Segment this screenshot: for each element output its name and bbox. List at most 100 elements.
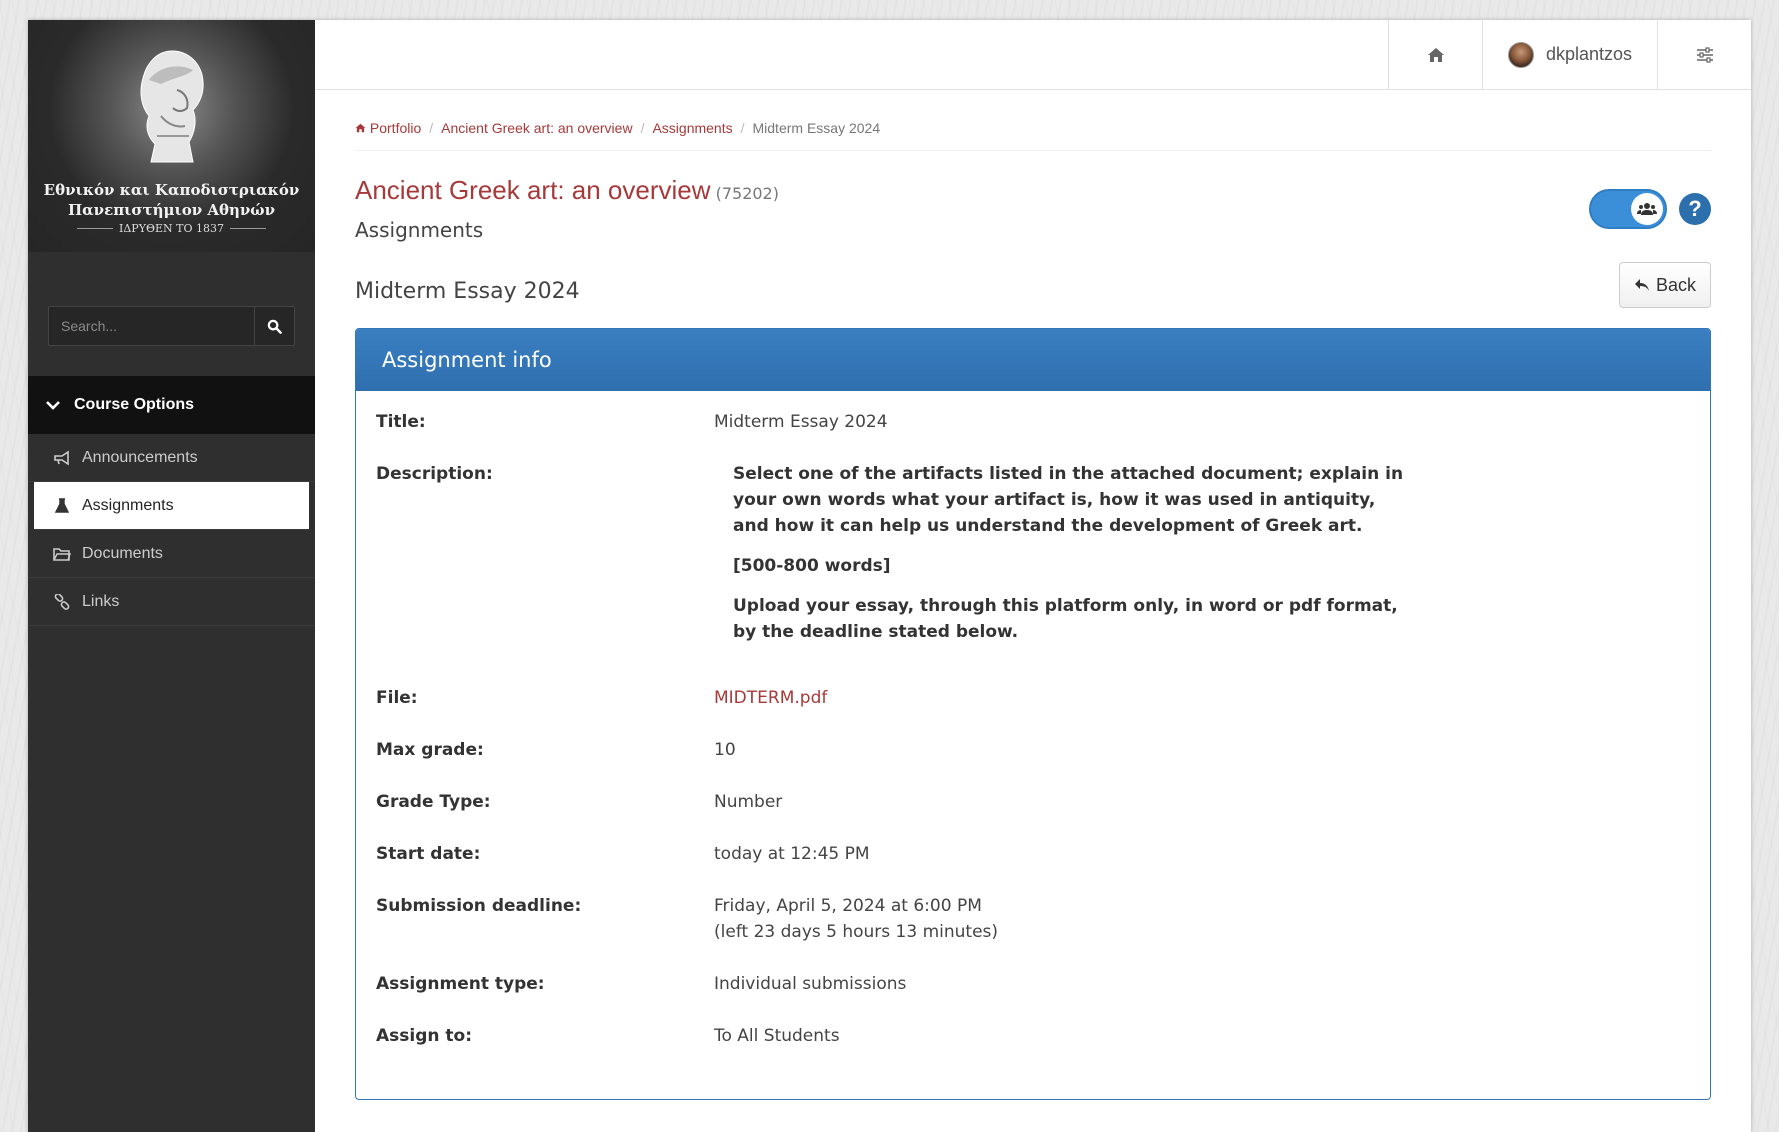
- sidebar-item-label: Documents: [82, 544, 163, 562]
- info-value: To All Students: [714, 1026, 840, 1046]
- sidebar-nav: Announcements Assignments Documents Link…: [28, 434, 315, 626]
- main-content: dkplantzos Portfolio / Ancient Greek art…: [315, 20, 1751, 1132]
- university-logo[interactable]: Εθνικόν και Καποδιστριακόν Πανεπιστήμιον…: [28, 20, 315, 252]
- info-label: Description:: [376, 464, 493, 484]
- info-label: Start date:: [376, 844, 481, 864]
- back-button[interactable]: Back: [1618, 262, 1711, 308]
- info-label: Assign to:: [376, 1026, 473, 1046]
- section-title: Assignments: [355, 218, 484, 242]
- reply-icon: [1634, 279, 1649, 291]
- info-row-title: Title: Midterm Essay 2024: [376, 409, 1690, 435]
- info-row-file: File: MIDTERM.pdf: [376, 685, 1690, 711]
- file-link[interactable]: MIDTERM.pdf: [714, 688, 827, 708]
- info-row-grade-type: Grade Type: Number: [376, 789, 1690, 815]
- description-value: Select one of the artifacts listed in th…: [714, 461, 1690, 659]
- sidebar-search: [48, 306, 295, 346]
- username: dkplantzos: [1545, 44, 1633, 64]
- divider: [229, 228, 266, 229]
- assignment-header: Midterm Essay 2024 Back: [355, 262, 1711, 308]
- sidebar-item-label: Assignments: [82, 496, 174, 514]
- search-button[interactable]: [254, 306, 295, 346]
- breadcrumb-separator: /: [740, 120, 745, 136]
- link-icon: [52, 593, 72, 610]
- athena-head-icon: [140, 50, 204, 163]
- info-row-start-date: Start date: today at 12:45 PM: [376, 841, 1690, 867]
- back-label: Back: [1655, 274, 1696, 295]
- home-icon: [355, 123, 366, 133]
- panel-body: Title: Midterm Essay 2024 Description: S…: [356, 391, 1710, 1099]
- sidebar: Εθνικόν και Καποδιστριακόν Πανεπιστήμιον…: [28, 20, 315, 1132]
- panel-title: Assignment info: [356, 329, 1710, 391]
- university-name-line1: Εθνικόν και Καποδιστριακόν: [43, 181, 300, 199]
- sidebar-item-label: Links: [82, 592, 120, 610]
- info-value: Number: [714, 792, 783, 812]
- users-icon: [1637, 202, 1657, 215]
- top-bar: dkplantzos: [315, 20, 1751, 90]
- breadcrumb: Portfolio / Ancient Greek art: an overvi…: [355, 120, 1711, 151]
- deadline-value: Friday, April 5, 2024 at 6:00 PM (left 2…: [714, 893, 1690, 945]
- info-row-description: Description: Select one of the artifacts…: [376, 461, 1690, 659]
- university-founded: ΙΔΡΥΘΕΝ ΤΟ 1837: [77, 222, 266, 235]
- sidebar-item-links[interactable]: Links: [28, 578, 315, 626]
- search-icon: [267, 319, 282, 334]
- sidebar-item-documents[interactable]: Documents: [28, 530, 315, 578]
- search-input[interactable]: [48, 306, 254, 346]
- divider: [77, 228, 114, 229]
- home-button[interactable]: [1388, 20, 1482, 89]
- breadcrumb-label: Portfolio: [369, 120, 422, 136]
- assignment-info-panel: Assignment info Title: Midterm Essay 202…: [355, 328, 1711, 1100]
- flask-icon: [52, 497, 72, 514]
- avatar: [1507, 41, 1534, 68]
- breadcrumb-current: Midterm Essay 2024: [752, 120, 881, 136]
- description-paragraph: Select one of the artifacts listed in th…: [733, 464, 1404, 536]
- description-paragraph: Upload your essay, through this platform…: [733, 596, 1398, 642]
- description-paragraph: [500-800 words]: [733, 556, 891, 576]
- university-founded-text: ΙΔΡΥΘΕΝ ΤΟ 1837: [119, 222, 224, 235]
- course-options-label: Course Options: [74, 396, 195, 413]
- info-label: Grade Type:: [376, 792, 491, 812]
- breadcrumb-course[interactable]: Ancient Greek art: an overview: [441, 120, 632, 136]
- course-title-line: Ancient Greek art: an overview (75202): [355, 175, 779, 206]
- sidebar-item-assignments[interactable]: Assignments: [34, 482, 309, 530]
- university-name: Εθνικόν και Καποδιστριακόν Πανεπιστήμιον…: [44, 180, 300, 220]
- settings-button[interactable]: [1657, 20, 1751, 89]
- breadcrumb-assignments[interactable]: Assignments: [652, 120, 732, 136]
- course-options-toggle[interactable]: Course Options: [28, 376, 315, 434]
- folder-icon: [52, 547, 72, 561]
- info-label: File:: [376, 688, 418, 708]
- toggle-knob: [1631, 192, 1663, 225]
- content-area: Portfolio / Ancient Greek art: an overvi…: [315, 120, 1751, 1100]
- assignment-title: Midterm Essay 2024: [355, 278, 580, 304]
- megaphone-icon: [52, 450, 72, 466]
- info-label: Max grade:: [376, 740, 484, 760]
- breadcrumb-separator: /: [640, 120, 645, 136]
- user-menu[interactable]: dkplantzos: [1482, 20, 1657, 89]
- sliders-icon: [1696, 46, 1713, 63]
- course-title[interactable]: Ancient Greek art: an overview: [355, 175, 711, 205]
- home-icon: [1427, 47, 1444, 62]
- header-controls: ?: [1589, 175, 1711, 242]
- info-value: Individual submissions: [714, 974, 907, 994]
- student-view-toggle[interactable]: [1589, 188, 1667, 229]
- info-row-deadline: Submission deadline: Friday, April 5, 20…: [376, 893, 1690, 945]
- course-code: (75202): [715, 184, 779, 203]
- chevron-down-icon: [46, 398, 60, 413]
- info-label: Title:: [376, 412, 426, 432]
- sidebar-item-announcements[interactable]: Announcements: [28, 434, 315, 482]
- deadline-date: Friday, April 5, 2024 at 6:00 PM: [714, 896, 982, 916]
- help-icon[interactable]: ?: [1679, 192, 1711, 225]
- deadline-remaining: (left 23 days 5 hours 13 minutes): [714, 922, 999, 942]
- info-row-max-grade: Max grade: 10: [376, 737, 1690, 763]
- university-name-line2: Πανεπιστήμιον Αθηνών: [67, 201, 276, 219]
- breadcrumb-portfolio[interactable]: Portfolio: [355, 120, 421, 136]
- info-row-assignment-type: Assignment type: Individual submissions: [376, 971, 1690, 997]
- info-value: Midterm Essay 2024: [714, 412, 888, 432]
- breadcrumb-separator: /: [429, 120, 434, 136]
- info-label: Submission deadline:: [376, 896, 582, 916]
- info-row-assign-to: Assign to: To All Students: [376, 1023, 1690, 1049]
- app-frame: Εθνικόν και Καποδιστριακόν Πανεπιστήμιον…: [28, 20, 1751, 1132]
- info-value: 10: [714, 740, 736, 760]
- info-value: today at 12:45 PM: [714, 844, 870, 864]
- info-label: Assignment type:: [376, 974, 545, 994]
- course-header: Ancient Greek art: an overview (75202) A…: [355, 175, 1711, 242]
